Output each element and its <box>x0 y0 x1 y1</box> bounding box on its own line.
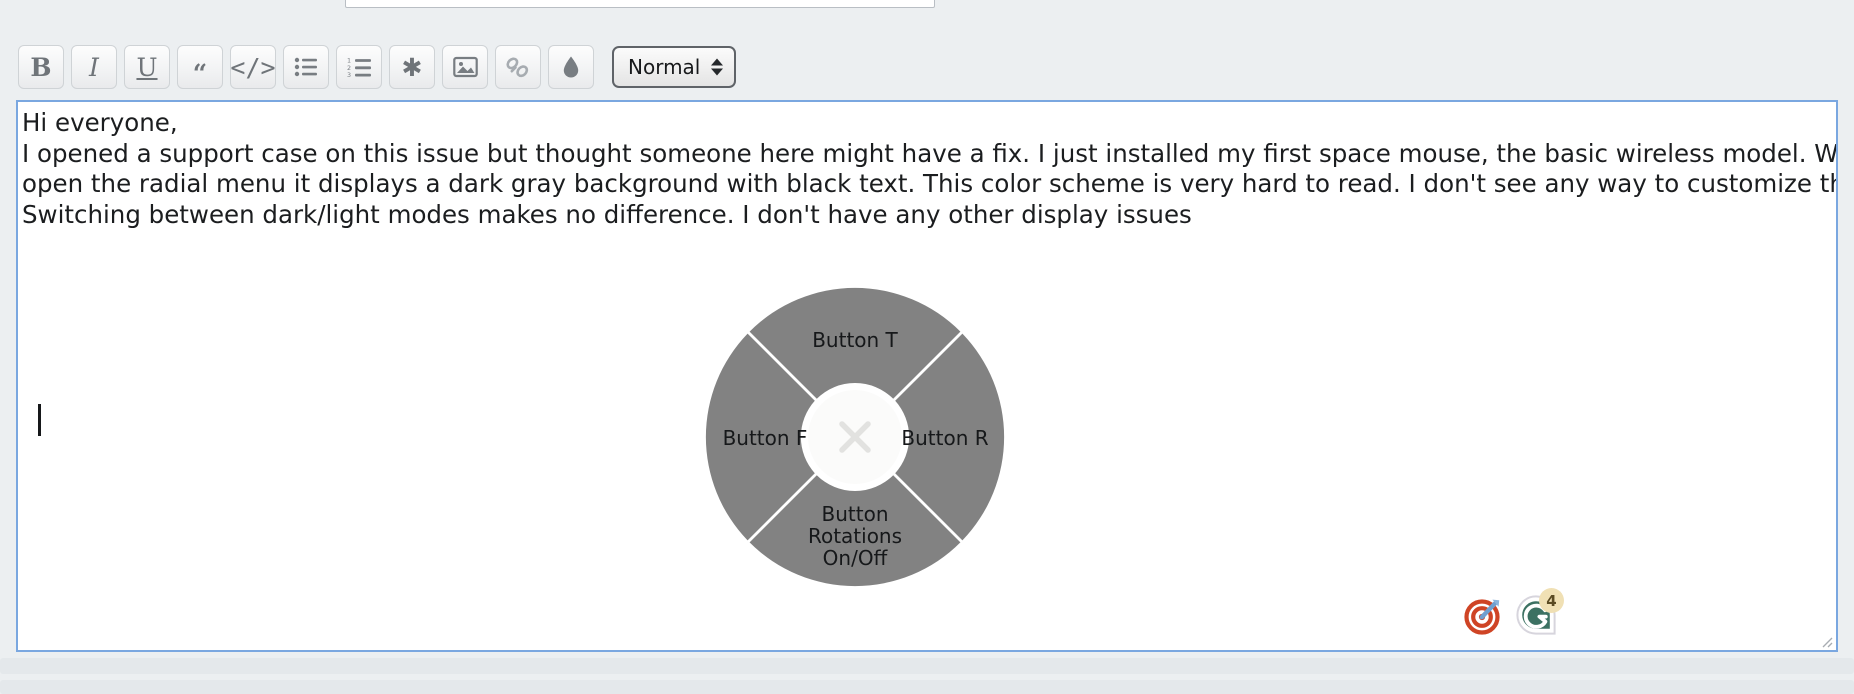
target-dart-icon <box>1464 599 1500 635</box>
page-section-strip <box>0 658 1854 674</box>
image-icon <box>452 56 478 78</box>
bulleted-list-icon <box>294 57 317 77</box>
link-icon <box>506 57 529 78</box>
radial-segment-label-left[interactable]: Button F <box>705 427 825 449</box>
code-button[interactable]: </> <box>230 45 276 89</box>
code-icon: </> <box>230 52 276 82</box>
bold-icon: B <box>30 52 52 82</box>
target-dart-button[interactable] <box>1461 593 1505 637</box>
subject-input[interactable] <box>345 0 935 8</box>
radial-segment-label-bottom[interactable]: Button Rotations On/Off <box>702 503 1008 569</box>
numbered-list-icon: 1 2 3 <box>347 57 371 78</box>
radial-segment-label-top[interactable]: Button T <box>702 329 1008 351</box>
page-section-strip <box>0 680 1854 694</box>
svg-text:3: 3 <box>347 71 351 78</box>
asterisk-icon: ✱ <box>401 52 423 82</box>
text-format-value: Normal <box>628 55 701 79</box>
italic-button[interactable]: I <box>71 45 117 89</box>
spoiler-button[interactable]: ✱ <box>389 45 435 89</box>
underline-icon: U <box>136 52 158 82</box>
radial-menu-image: Button T Button R Button Rotations On/Of… <box>702 284 1008 590</box>
grammarly-alert-count: 4 <box>1539 588 1564 613</box>
editor-toolbar: B I U “ </> 1 2 3 ✱ Normal <box>0 41 1854 93</box>
underline-button[interactable]: U <box>124 45 170 89</box>
text-caret <box>38 404 41 436</box>
message-body[interactable]: Hi everyone, I opened a support case on … <box>22 108 1838 230</box>
stepper-arrows-icon <box>711 58 724 76</box>
screen: B I U “ </> 1 2 3 ✱ Normal Hi everyone, … <box>0 0 1854 694</box>
text-format-select[interactable]: Normal <box>612 46 737 88</box>
blockquote-button[interactable]: “ <box>177 45 223 89</box>
insert-image-button[interactable] <box>442 45 488 89</box>
grammarly-button[interactable]: 4 <box>1514 588 1564 637</box>
highlight-button[interactable] <box>548 45 594 89</box>
radial-segment-label-right[interactable]: Button R <box>885 427 1005 449</box>
insert-link-button[interactable] <box>495 45 541 89</box>
message-line: I opened a support case on this issue bu… <box>22 138 1838 168</box>
droplet-icon <box>563 56 579 78</box>
quote-icon: “ <box>192 58 208 88</box>
italic-icon: I <box>89 52 99 82</box>
numbered-list-button[interactable]: 1 2 3 <box>336 45 382 89</box>
resize-handle[interactable] <box>1820 635 1833 648</box>
message-line: Hi everyone, <box>22 108 178 137</box>
message-editor[interactable]: Hi everyone, I opened a support case on … <box>16 100 1838 652</box>
bulleted-list-button[interactable] <box>283 45 329 89</box>
message-line: open the radial menu it displays a dark … <box>22 169 1838 199</box>
bold-button[interactable]: B <box>18 45 64 89</box>
extension-icons: 4 <box>1461 588 1564 637</box>
message-line: Switching between dark/light modes makes… <box>22 199 1192 229</box>
